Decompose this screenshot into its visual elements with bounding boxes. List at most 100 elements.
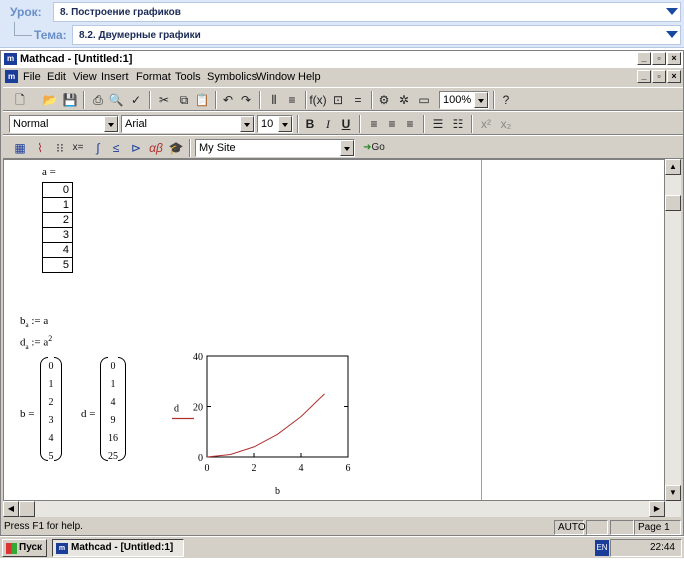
graph-icon[interactable]: ⌇ [31, 139, 49, 157]
maximize-button[interactable]: ▫ [652, 52, 666, 65]
font-size-select[interactable]: 10 [257, 115, 293, 133]
align-across-icon[interactable]: ⫴ [265, 91, 283, 109]
chevron-down-icon[interactable] [666, 8, 678, 15]
b-eq-label: b = [20, 408, 35, 420]
b-vector[interactable]: 0 1 2 3 4 5 [40, 357, 62, 465]
help-icon[interactable]: ? [497, 91, 515, 109]
resource-icon[interactable]: ⚙ [375, 91, 393, 109]
calculate-icon[interactable]: = [349, 91, 367, 109]
new-icon[interactable]: 🗋 [11, 91, 29, 109]
table-cell: 5 [42, 257, 73, 273]
menu-view[interactable]: View [73, 71, 97, 83]
insert-unit-icon[interactable]: ⊡ [329, 91, 347, 109]
cut-icon[interactable]: ✂ [155, 91, 173, 109]
y-axis-label: d [174, 404, 179, 415]
matrix-icon[interactable]: ⁝⁝ [51, 139, 69, 157]
x-axis-label: b [275, 486, 280, 496]
vector-element: 9 [110, 415, 116, 426]
xy-plot[interactable]: 0 20 40 0 2 4 6 b d [164, 346, 364, 496]
chevron-down-icon[interactable] [240, 116, 254, 132]
programming-icon[interactable]: ⊳ [127, 139, 145, 157]
b-definition[interactable]: ba := a [20, 315, 48, 329]
menu-help[interactable]: Help [298, 71, 321, 83]
bullets-icon[interactable]: ☰ [429, 115, 447, 133]
chevron-down-icon[interactable] [340, 140, 354, 156]
redo-icon[interactable]: ↷ [237, 91, 255, 109]
align-left-icon[interactable]: ≡ [365, 115, 383, 133]
align-right-icon[interactable]: ≡ [401, 115, 419, 133]
go-button[interactable]: ➜Go [359, 139, 389, 157]
scroll-up-button[interactable]: ▲ [665, 159, 681, 175]
taskbar-item-mathcad[interactable]: m Mathcad - [Untitled:1] [52, 539, 184, 557]
bold-button[interactable]: B [301, 115, 319, 133]
chevron-down-icon[interactable] [666, 31, 678, 38]
chevron-down-icon[interactable] [278, 116, 292, 132]
component-icon[interactable]: ✲ [395, 91, 413, 109]
print-preview-icon[interactable]: 🔍 [107, 91, 125, 109]
scroll-left-button[interactable]: ◀ [3, 501, 19, 517]
open-icon[interactable]: 📂 [41, 91, 59, 109]
insert-function-icon[interactable]: f(x) [309, 91, 327, 109]
scroll-right-button[interactable]: ▶ [649, 501, 665, 517]
underline-button[interactable]: U [337, 115, 355, 133]
window-icon[interactable]: ▭ [415, 91, 433, 109]
doc-minimize-button[interactable]: _ [637, 70, 651, 83]
vertical-scrollbar[interactable]: ▲ ▼ [665, 159, 681, 501]
site-select[interactable]: My Site [195, 139, 355, 157]
align-center-icon[interactable]: ≡ [383, 115, 401, 133]
doc-close-button[interactable]: × [667, 70, 681, 83]
topic-select[interactable]: 8.2. Двумерные графики [72, 25, 681, 45]
menu-file[interactable]: File [23, 71, 41, 83]
d-definition[interactable]: da := a2 [20, 334, 52, 351]
document-icon[interactable]: m [5, 70, 18, 83]
paste-icon[interactable]: 📋 [193, 91, 211, 109]
worksheet[interactable]: a = 0 1 2 3 4 5 ba := a da := a2 b = 0 1… [3, 159, 665, 501]
font-select[interactable]: Arial [121, 115, 255, 133]
symbolic-icon[interactable]: 🎓 [167, 139, 185, 157]
calculator-icon[interactable]: ▦ [11, 139, 29, 157]
align-down-icon[interactable]: ≡ [283, 91, 301, 109]
horizontal-scrollbar[interactable]: ◀ ▶ [3, 501, 681, 517]
scroll-thumb[interactable] [665, 195, 681, 211]
zoom-select[interactable]: 100% [439, 91, 489, 109]
chevron-down-icon[interactable] [104, 116, 118, 132]
superscript-icon[interactable]: x² [477, 115, 495, 133]
copy-icon[interactable]: ⧉ [175, 91, 193, 109]
scroll-thumb[interactable] [19, 501, 35, 517]
chevron-down-icon[interactable] [474, 92, 488, 108]
minimize-button[interactable]: _ [637, 52, 651, 65]
boolean-icon[interactable]: ≤ [107, 139, 125, 157]
d-eq-label: d = [81, 408, 96, 420]
subscript-icon[interactable]: x₂ [497, 115, 515, 133]
save-icon[interactable]: 💾 [61, 91, 79, 109]
right-paren [54, 357, 62, 461]
greek-icon[interactable]: αβ [147, 139, 165, 157]
menu-tools[interactable]: Tools [175, 71, 201, 83]
menu-edit[interactable]: Edit [47, 71, 66, 83]
menu-insert[interactable]: Insert [101, 71, 129, 83]
language-indicator[interactable]: EN [595, 540, 609, 556]
spell-check-icon[interactable]: ✓ [127, 91, 145, 109]
print-icon[interactable]: ⎙ [89, 91, 107, 109]
go-label: Go [371, 142, 385, 153]
menu-window[interactable]: Window [256, 71, 295, 83]
numbering-icon[interactable]: ☷ [449, 115, 467, 133]
italic-button[interactable]: I [319, 115, 337, 133]
separator [471, 115, 473, 133]
scroll-down-button[interactable]: ▼ [665, 485, 681, 501]
style-select[interactable]: Normal [9, 115, 119, 133]
separator [423, 115, 425, 133]
close-button[interactable]: × [667, 52, 681, 65]
lesson-select[interactable]: 8. Построение графиков [53, 2, 681, 22]
start-button[interactable]: Пуск [2, 539, 47, 557]
zoom-value: 100% [443, 94, 472, 106]
doc-restore-button[interactable]: ▫ [652, 70, 666, 83]
calculus-icon[interactable]: ∫ [89, 139, 107, 157]
title-bar: m Mathcad - [Untitled:1] _ ▫ × [1, 51, 683, 68]
menu-format[interactable]: Format [136, 71, 171, 83]
undo-icon[interactable]: ↶ [219, 91, 237, 109]
menu-symbolics[interactable]: Symbolics [207, 71, 257, 83]
evaluation-icon[interactable]: x= [69, 139, 87, 157]
d-vector[interactable]: 0 1 4 9 16 25 [100, 357, 126, 465]
status-bar: Press F1 for help. AUTO Page 1 [1, 519, 683, 536]
